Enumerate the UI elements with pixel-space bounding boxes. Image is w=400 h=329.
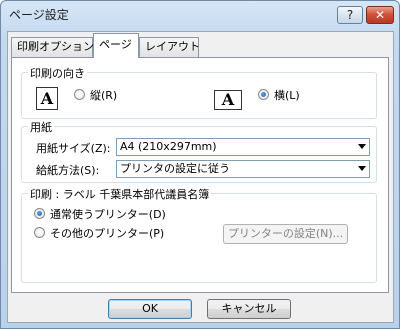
paper-landscape-icon: A xyxy=(214,90,242,110)
window-title: ページ設定 xyxy=(9,8,69,22)
cancel-button[interactable]: キャンセル xyxy=(207,299,291,319)
paper-group-title: 用紙 xyxy=(28,119,54,135)
dialog-body: 印刷オプション ページ レイアウト 印刷の向き A 縦(R) A 横(L) 用紙… xyxy=(7,31,394,323)
ok-button[interactable]: OK xyxy=(108,299,192,319)
printer-settings-button[interactable]: プリンターの設定(N)... xyxy=(223,224,348,244)
portrait-radio[interactable] xyxy=(74,89,85,100)
title-bar: ページ設定 ? ✕ xyxy=(1,1,399,27)
paper-size-value: A4 (210x297mm) xyxy=(120,140,217,153)
orientation-group: 印刷の向き A 縦(R) A 横(L) xyxy=(21,65,377,119)
tab-print-options[interactable]: 印刷オプション xyxy=(11,37,94,57)
other-printer-radio[interactable] xyxy=(34,227,45,238)
portrait-label[interactable]: 縦(R) xyxy=(90,87,117,103)
paper-size-select[interactable]: A4 (210x297mm) xyxy=(116,138,370,156)
paper-source-select[interactable]: プリンタの設定に従う xyxy=(116,160,370,178)
printer-group-title: 印刷 : ラベル 千葉県本部代議員名簿 xyxy=(28,186,212,202)
tab-layout[interactable]: レイアウト xyxy=(139,37,200,57)
tab-page[interactable]: ページ xyxy=(93,33,139,58)
paper-portrait-icon: A xyxy=(36,87,58,110)
default-printer-label[interactable]: 通常使うプリンター(D) xyxy=(50,206,166,222)
tab-panel-page: 印刷の向き A 縦(R) A 横(L) 用紙 用紙サイズ(Z): A4 (210… xyxy=(11,57,389,293)
chevron-down-icon xyxy=(358,166,366,171)
help-button[interactable]: ? xyxy=(337,6,363,24)
paper-source-label: 給紙方法(S): xyxy=(36,164,100,177)
landscape-radio[interactable] xyxy=(258,89,269,100)
paper-source-value: プリンタの設定に従う xyxy=(120,162,230,175)
landscape-label[interactable]: 横(L) xyxy=(274,87,300,103)
paper-size-label: 用紙サイズ(Z): xyxy=(36,142,111,155)
close-button[interactable]: ✕ xyxy=(366,6,394,24)
paper-group: 用紙 用紙サイズ(Z): A4 (210x297mm) 給紙方法(S): プリン… xyxy=(21,119,377,183)
orientation-group-title: 印刷の向き xyxy=(28,65,87,81)
printer-group: 印刷 : ラベル 千葉県本部代議員名簿 通常使うプリンター(D) その他のプリン… xyxy=(21,186,377,283)
default-printer-radio[interactable] xyxy=(34,208,45,219)
other-printer-label[interactable]: その他のプリンター(P) xyxy=(50,225,164,241)
chevron-down-icon xyxy=(358,144,366,149)
page-setup-dialog: ページ設定 ? ✕ 印刷オプション ページ レイアウト 印刷の向き A 縦(R)… xyxy=(0,0,400,329)
